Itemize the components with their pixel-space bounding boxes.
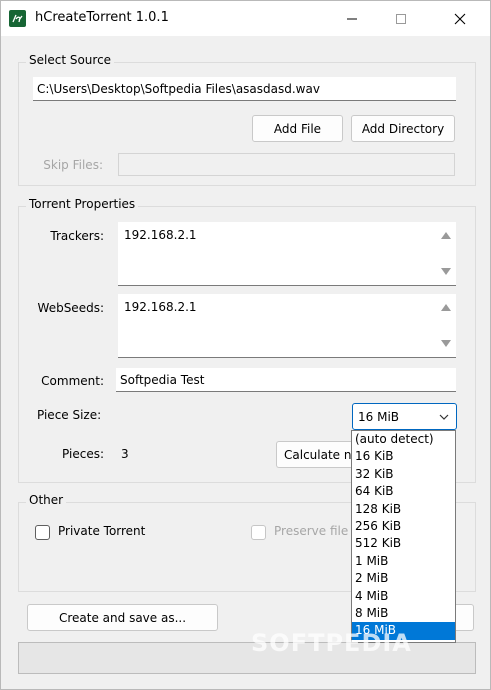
scroll-down-icon[interactable]	[436, 334, 456, 352]
skip-files-input[interactable]	[118, 153, 455, 176]
app-window: hCreateTorrent 1.0.1 Select Source C:\Us…	[0, 0, 491, 690]
webseeds-label: WebSeeds:	[37, 301, 104, 315]
dropdown-option[interactable]: 1 MiB	[352, 553, 455, 570]
dropdown-option[interactable]: 128 KiB	[352, 501, 455, 518]
dropdown-option[interactable]: 16 KiB	[352, 448, 455, 465]
chevron-down-icon	[439, 414, 449, 420]
piece-size-selected: 16 MiB	[358, 409, 400, 424]
add-directory-button[interactable]: Add Directory	[351, 115, 455, 142]
preserve-label: Preserve file	[274, 524, 349, 538]
preserve-checkbox[interactable]	[251, 525, 266, 540]
close-button[interactable]	[437, 1, 483, 36]
minimize-button[interactable]	[329, 1, 375, 36]
webseeds-textarea[interactable]: 192.168.2.1	[118, 294, 456, 358]
maximize-button[interactable]	[378, 1, 424, 36]
torrent-properties-label: Torrent Properties	[26, 197, 139, 211]
comment-label: Comment:	[41, 374, 104, 388]
calculate-button[interactable]: Calculate n	[276, 441, 352, 468]
dropdown-option[interactable]: 256 KiB	[352, 518, 455, 535]
dropdown-option[interactable]: 8 MiB	[352, 605, 455, 622]
window-title: hCreateTorrent 1.0.1	[35, 10, 169, 25]
skip-files-label: Skip Files:	[43, 158, 103, 172]
select-source-label: Select Source	[26, 53, 115, 67]
scroll-down-icon[interactable]	[436, 262, 456, 280]
piece-size-dropdown[interactable]: (auto detect) 16 KiB 32 KiB 64 KiB 128 K…	[351, 430, 456, 643]
dropdown-option[interactable]: 64 KiB	[352, 483, 455, 500]
maximize-icon	[396, 13, 406, 24]
source-path-input[interactable]: C:\Users\Desktop\Softpedia Files\asasdas…	[33, 77, 456, 101]
piece-size-select[interactable]: 16 MiB	[352, 403, 457, 430]
piece-size-label: Piece Size:	[37, 408, 102, 422]
add-file-button[interactable]: Add File	[252, 115, 343, 142]
trackers-scrollbar[interactable]	[436, 222, 456, 285]
scroll-up-icon[interactable]	[436, 226, 456, 244]
private-torrent-label: Private Torrent	[58, 524, 146, 538]
dropdown-option[interactable]: 2 MiB	[352, 570, 455, 587]
private-torrent-checkbox[interactable]	[35, 525, 50, 540]
dropdown-option[interactable]: (auto detect)	[352, 431, 455, 448]
comment-input[interactable]: Softpedia Test	[116, 368, 456, 392]
title-bar[interactable]: hCreateTorrent 1.0.1	[1, 1, 490, 36]
trackers-textarea[interactable]: 192.168.2.1	[118, 222, 456, 286]
pieces-label: Pieces:	[62, 447, 104, 461]
create-and-save-button[interactable]: Create and save as...	[27, 604, 218, 631]
dropdown-option[interactable]: 4 MiB	[352, 588, 455, 605]
minimize-icon	[347, 18, 357, 19]
watermark: SOFTPEDIA	[251, 629, 412, 657]
scroll-up-icon[interactable]	[436, 298, 456, 316]
dropdown-option[interactable]: 512 KiB	[352, 535, 455, 552]
webseeds-value: 192.168.2.1	[124, 300, 197, 314]
app-logo-icon	[9, 10, 26, 27]
webseeds-scrollbar[interactable]	[436, 294, 456, 357]
secondary-footer-button[interactable]	[456, 604, 474, 631]
close-icon	[454, 13, 466, 24]
trackers-value: 192.168.2.1	[124, 228, 197, 242]
pieces-value: 3	[121, 447, 129, 461]
dropdown-option[interactable]: 32 KiB	[352, 466, 455, 483]
trackers-label: Trackers:	[50, 229, 104, 243]
other-label: Other	[26, 493, 67, 507]
